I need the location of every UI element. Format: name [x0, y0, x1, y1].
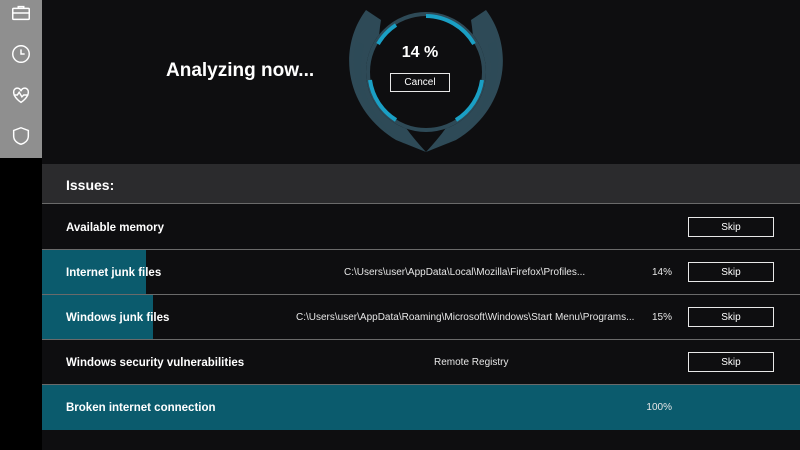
cancel-button[interactable]: Cancel	[390, 73, 450, 92]
issue-percent	[632, 205, 672, 249]
issue-percent: 100%	[646, 402, 672, 413]
briefcase-icon	[12, 5, 30, 21]
issue-title: Available memory	[66, 221, 165, 234]
issues-header: Issues:	[42, 164, 800, 204]
issue-row-windows-junk-files: Windows junk files C:\Users\user\AppData…	[42, 295, 800, 340]
sidebar-item-tools[interactable]	[0, 0, 42, 30]
issue-detail: C:\Users\user\AppData\Roaming\Microsoft\…	[296, 312, 635, 323]
sidebar	[0, 0, 42, 158]
issue-percent: 15%	[651, 312, 672, 323]
issue-title: Broken internet connection	[66, 401, 216, 414]
shield-icon	[12, 126, 30, 146]
issue-detail: C:\Users\user\AppData\Local\Mozilla\Fire…	[344, 267, 586, 278]
clock-icon	[12, 45, 30, 63]
sidebar-item-protection[interactable]	[0, 119, 42, 153]
issues-title: Issues:	[66, 177, 115, 193]
issue-row-broken-internet-connection: Broken internet connection 100%	[42, 385, 800, 430]
scan-progress-percent: 14 %	[401, 44, 439, 61]
skip-button[interactable]: Skip	[688, 352, 774, 372]
sidebar-item-health[interactable]	[0, 78, 42, 112]
issue-percent: 14%	[651, 267, 672, 278]
sidebar-item-history[interactable]	[0, 37, 42, 71]
issue-title: Internet junk files	[66, 266, 162, 279]
issue-detail: Remote Registry	[434, 357, 509, 368]
skip-button[interactable]: Skip	[688, 217, 774, 237]
skip-button[interactable]: Skip	[688, 262, 774, 282]
scan-status-text: Analyzing now...	[166, 60, 315, 81]
issue-title: Windows junk files	[66, 311, 170, 324]
issue-title: Windows security vulnerabilities	[66, 356, 245, 369]
issues-list: Available memory Skip Internet junk file…	[42, 205, 800, 430]
skip-button[interactable]: Skip	[688, 307, 774, 327]
issue-row-windows-security-vulnerabilities: Windows security vulnerabilities Remote …	[42, 340, 800, 385]
heartbeat-icon	[12, 87, 30, 104]
issue-percent	[632, 340, 672, 384]
issue-row-available-memory: Available memory Skip	[42, 205, 800, 250]
issue-row-internet-junk-files: Internet junk files C:\Users\user\AppDat…	[42, 250, 800, 295]
